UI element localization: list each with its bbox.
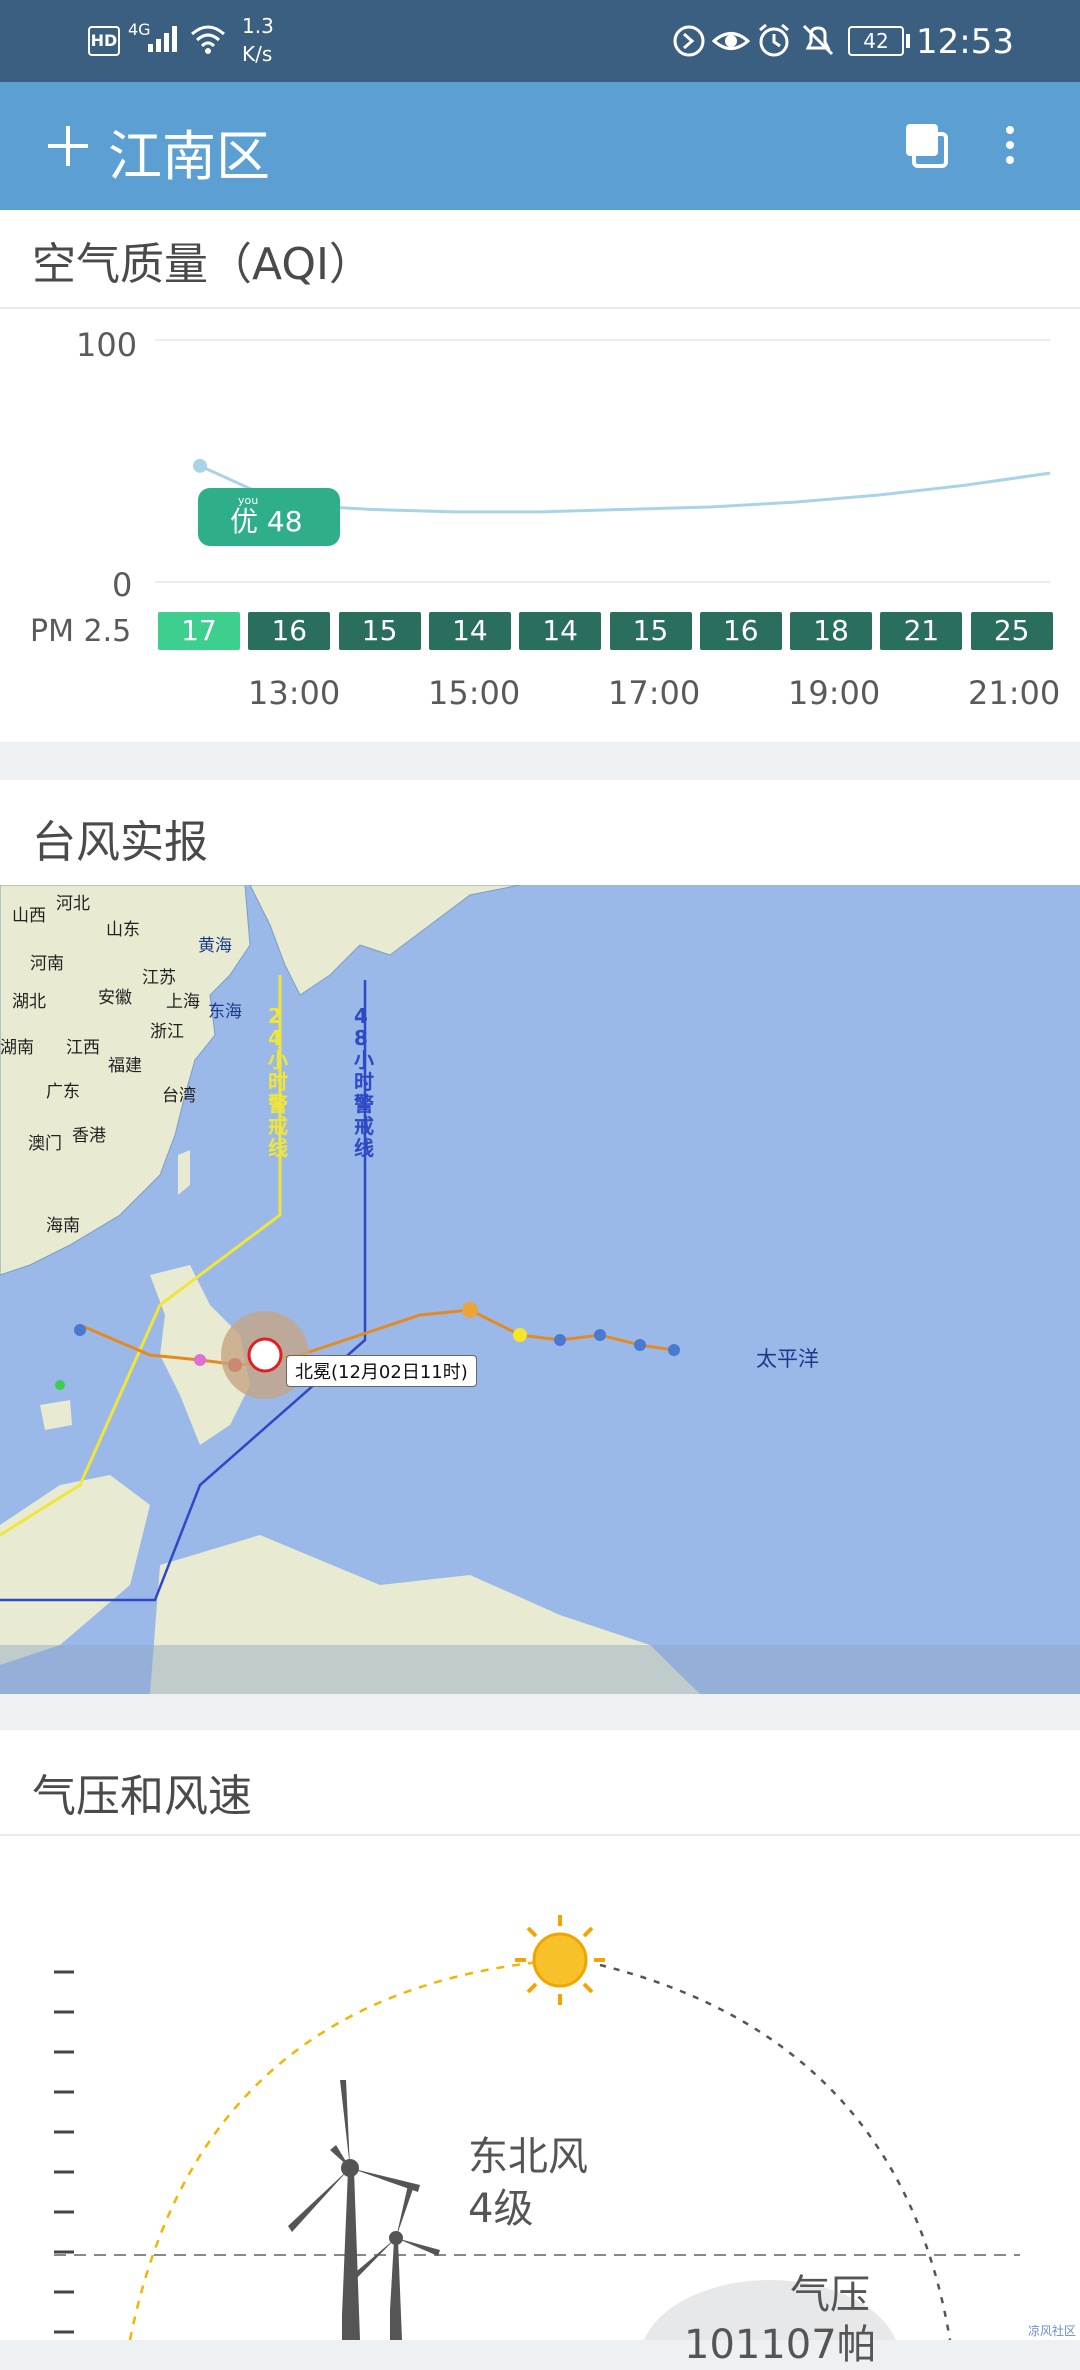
map-label-xianggang: 香港	[72, 1126, 106, 1146]
map-bottom-shade	[0, 1645, 1080, 1694]
map-label-zhejiang: 浙江	[150, 1022, 184, 1042]
network-speed-value: 1.3	[242, 14, 274, 38]
aqi-time-label: 17:00	[608, 674, 701, 712]
more-vertical-icon	[1006, 126, 1014, 164]
aqi-time-label: 21:00	[968, 674, 1061, 712]
clock: 12:53	[916, 22, 1014, 62]
map-label-jiangsu: 江苏	[142, 968, 176, 988]
map-label-jiangxi: 江西	[66, 1038, 100, 1058]
signal-icon	[146, 24, 182, 58]
app-bar: 江南区	[0, 82, 1080, 210]
pm25-value-box: 25	[970, 612, 1053, 650]
typhoon-icon	[247, 1337, 283, 1373]
pm25-value-box: 18	[790, 612, 873, 650]
wifi-icon	[188, 22, 228, 60]
battery-tip	[906, 34, 910, 48]
pm25-value-box: 15	[338, 612, 421, 650]
eye-comfort-icon	[711, 24, 751, 62]
alarm-icon	[756, 22, 792, 62]
watermark: 凉风社区	[1028, 2324, 1077, 2338]
pressure-visual	[54, 1915, 1020, 2340]
aqi-chart	[155, 339, 1051, 583]
wind-level: 4级	[468, 2186, 534, 2232]
track-point	[55, 1380, 65, 1390]
hd-badge: HD	[88, 26, 120, 56]
sun-icon	[515, 1915, 605, 2005]
map-label-taipingyang: 太平洋	[756, 1347, 819, 1371]
map-label-donghai: 东海	[208, 1002, 242, 1022]
typhoon-map-svg	[0, 885, 1080, 1694]
warning-label-24h: 24小时警戒线	[268, 1004, 288, 1160]
pressure-title: 气压和风速	[32, 1771, 252, 1822]
aqi-title: 空气质量（AQI）	[32, 239, 373, 290]
typhoon-title: 台风实报	[32, 817, 208, 868]
aqi-time-label: 15:00	[428, 674, 521, 712]
pressure-value: 101107帕	[684, 2322, 877, 2368]
wind-direction: 东北风	[468, 2134, 588, 2180]
network-speed-unit: K/s	[242, 42, 273, 66]
hainan-landmass	[40, 1400, 72, 1430]
pm25-value-box: 14	[428, 612, 511, 650]
track-point	[462, 1302, 478, 1318]
map-label-fujian: 福建	[108, 1056, 142, 1076]
pm25-value-box: 17	[158, 612, 240, 650]
status-bar: HD 4G 1.3 K/s 42 12:53	[0, 0, 1080, 82]
battery-level: 42	[863, 29, 889, 53]
aqi-bubble-text: 优 48	[230, 505, 303, 538]
pm25-label: PM 2.5	[30, 614, 132, 649]
map-label-aomen: 澳门	[28, 1134, 62, 1154]
track-point	[513, 1328, 527, 1342]
map-label-hainan: 海南	[46, 1216, 80, 1236]
pm25-value-box: 16	[699, 612, 782, 650]
copy-icon	[906, 124, 948, 168]
map-label-anhui: 安徽	[98, 988, 132, 1008]
pm25-value-box: 14	[519, 612, 602, 650]
copy-button[interactable]	[892, 110, 962, 180]
typhoon-map[interactable]: 河北 山西 山东 河南 江苏 安徽 上海 湖北 浙江 湖南 江西 福建 台湾 广…	[0, 885, 1080, 1694]
mute-icon	[800, 22, 836, 62]
map-label-huanghai: 黄海	[198, 936, 232, 956]
map-label-shanxi: 山西	[12, 906, 46, 926]
track-point	[634, 1339, 646, 1351]
track-point	[74, 1324, 86, 1336]
pm25-value-box: 16	[248, 612, 331, 650]
city-title[interactable]: 江南区	[108, 112, 270, 191]
aqi-time-label: 19:00	[788, 674, 881, 712]
aqi-current-point	[193, 458, 207, 473]
pressure-scale	[54, 1970, 74, 2334]
map-label-guangdong: 广东	[46, 1082, 80, 1102]
battery-icon: 42	[848, 26, 904, 56]
pressure-divider	[0, 1834, 1080, 1836]
map-label-hunan: 湖南	[0, 1038, 34, 1058]
pm25-value-box: 15	[609, 612, 692, 650]
track-point	[594, 1329, 606, 1341]
windmill-small-icon	[351, 2185, 440, 2340]
track-point	[554, 1334, 566, 1346]
data-saver-icon	[672, 24, 706, 62]
taiwan-landmass	[178, 1150, 190, 1195]
map-label-shanghai: 上海	[166, 992, 200, 1012]
map-label-shandong: 山东	[106, 920, 140, 940]
add-city-button[interactable]	[28, 106, 108, 186]
map-label-taiwan: 台湾	[162, 1086, 196, 1106]
track-point	[194, 1354, 206, 1366]
more-button[interactable]	[988, 110, 1032, 180]
track-point	[668, 1344, 680, 1356]
pm25-value-box: 21	[880, 612, 963, 650]
map-label-hubei: 湖北	[12, 992, 46, 1012]
korea-japan-landmass	[249, 885, 521, 996]
southeast-asia-landmass	[0, 1475, 150, 1665]
aqi-bubble[interactable]: you 优 48	[198, 488, 340, 546]
typhoon-callout[interactable]: 北冕(12月02日11时)	[286, 1355, 477, 1387]
map-label-henan: 河南	[30, 954, 64, 974]
aqi-time-label: 13:00	[248, 674, 341, 712]
plus-icon	[48, 126, 88, 166]
warning-label-48h: 48小时警戒线	[354, 1004, 374, 1160]
map-label-hebei: 河北	[56, 894, 90, 914]
